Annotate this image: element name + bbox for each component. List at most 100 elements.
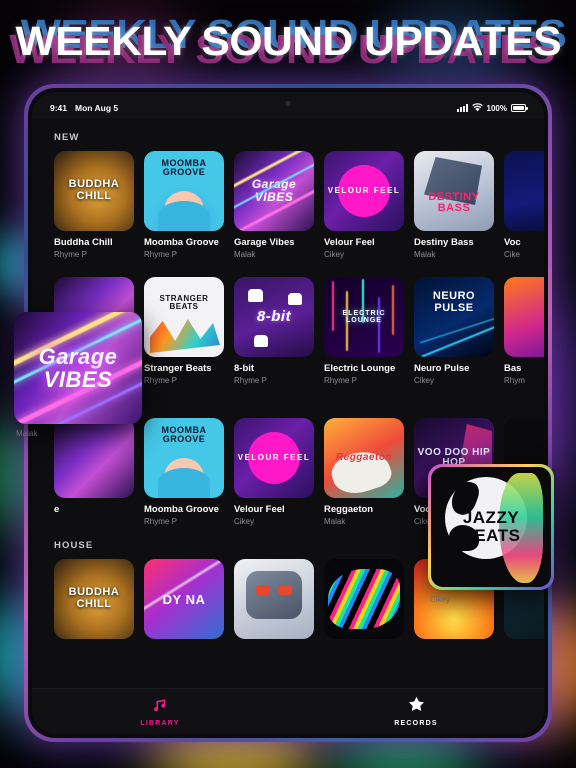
battery-percent: 100%	[486, 103, 507, 113]
artwork-moomba-groove: MOOMBA GROOVE	[144, 418, 224, 498]
artwork-label: Garage VIBES	[38, 343, 118, 392]
tab-records[interactable]: RECORDS	[288, 696, 544, 727]
sound-card[interactable]: DY NA	[144, 559, 224, 639]
card-author: Malak	[324, 517, 346, 526]
card-title: Buddha Chill	[54, 237, 113, 248]
card-thumbnail[interactable]: NEURO PULSE	[414, 277, 494, 357]
front-camera-icon	[285, 101, 291, 106]
music-note-icon	[152, 697, 169, 717]
card-thumbnail[interactable]: VELOUR FEEL	[234, 418, 314, 498]
headline-banner: WEEKLY SOUND UPDATES WEEKLY SOUND UPDATE…	[0, 6, 576, 76]
sound-card[interactable]: MOOMBA GROOVE Moomba Groove Rhyme P	[144, 418, 224, 526]
card-title: 8-bit	[234, 363, 255, 374]
card-thumbnail[interactable]: 8-bit	[234, 277, 314, 357]
artwork-label: JAZZY BEATS	[461, 508, 521, 545]
sound-card[interactable]: VELOUR FEEL Velour Feel Cikey	[234, 418, 314, 526]
card-thumbnail[interactable]: DY NA	[144, 559, 224, 639]
card-author: Rhyme P	[144, 376, 177, 385]
card-title: Electric Lounge	[324, 363, 396, 374]
star-icon	[408, 696, 425, 717]
card-thumbnail[interactable]	[504, 277, 544, 357]
sound-card[interactable]: NEURO PULSE Neuro Pulse Cikey	[414, 277, 494, 385]
card-thumbnail[interactable]: VELOUR FEEL	[324, 151, 404, 231]
floating-card-jazzy-beats[interactable]: JAZZY BEATS Cikey	[428, 464, 554, 604]
card-thumbnail[interactable]: Reggaeton	[324, 418, 404, 498]
card-title: Stranger Beats	[144, 363, 212, 374]
artwork-buddha-chill: BUDDHA CHILL	[54, 559, 134, 639]
card-thumbnail[interactable]: DESTINY BASS	[414, 151, 494, 231]
artwork-wave	[324, 559, 404, 639]
tab-bar: LIBRARY RECORDS	[32, 688, 544, 734]
artwork-label: MOOMBA GROOVE	[161, 158, 207, 178]
artwork-label: MOOMBA GROOVE	[161, 425, 207, 445]
status-date: Mon Aug 5	[75, 103, 119, 113]
card-title: Velour Feel	[324, 237, 375, 248]
section-title-new: NEW	[54, 132, 80, 143]
card-thumbnail[interactable]	[504, 151, 544, 231]
card-thumbnail[interactable]	[324, 559, 404, 639]
artwork-robot	[234, 559, 314, 639]
floating-card-garage-vibes[interactable]: Garage VIBES Malak	[14, 312, 142, 438]
card-thumbnail[interactable]	[234, 559, 314, 639]
card-author: Rhyme P	[144, 250, 177, 259]
card-thumbnail[interactable]: Garage VIBES	[14, 312, 142, 424]
card-thumbnail[interactable]: JAZZY BEATS	[428, 464, 554, 590]
artwork-velour-feel: VELOUR FEEL	[324, 151, 404, 231]
artwork-label: VELOUR FEEL	[237, 452, 311, 462]
sound-card[interactable]: BUDDHA CHILL	[54, 559, 134, 639]
card-title: Velour Feel	[234, 504, 285, 515]
card-title: Bas	[504, 363, 522, 374]
card-thumbnail[interactable]: BUDDHA CHILL	[54, 151, 134, 231]
card-thumbnail[interactable]: Garage VIBES	[234, 151, 314, 231]
sound-card[interactable]: ELECTRIC LOUNGE Electric Lounge Rhyme P	[324, 277, 404, 385]
artwork-label: Reggaeton	[335, 451, 393, 463]
sound-card[interactable]: Reggaeton Reggaeton Malak	[324, 418, 404, 526]
card-author: Cikey	[324, 250, 345, 259]
sound-card[interactable]: DESTINY BASS Destiny Bass Malak	[414, 151, 494, 259]
artwork-label: 8-bit	[256, 308, 292, 326]
artwork-garage-vibes: Garage VIBES	[14, 312, 142, 424]
artwork-moomba-groove: MOOMBA GROOVE	[144, 151, 224, 231]
artwork-label: ELECTRIC LOUNGE	[342, 309, 386, 324]
card-author: Malak	[16, 429, 38, 438]
card-author: Cikey	[234, 517, 255, 526]
sound-card[interactable]: MOOMBA GROOVE Moomba Groove Rhyme P	[144, 151, 224, 259]
artwork-garage-vibes: Garage VIBES	[234, 151, 314, 231]
battery-icon	[511, 104, 528, 112]
sound-card[interactable]: STRANGER BEATS Stranger Beats Rhyme P	[144, 277, 224, 385]
artwork-electric-lounge: ELECTRIC LOUNGE	[324, 277, 404, 357]
sound-card[interactable]	[234, 559, 314, 639]
card-author: Rhyme P	[324, 376, 357, 385]
wifi-icon	[471, 102, 483, 114]
card-title: Reggaeton	[324, 504, 374, 515]
card-author: Cikey	[414, 376, 435, 385]
artwork-8bit: 8-bit	[234, 277, 314, 357]
card-title: Voc	[504, 237, 521, 248]
card-author: Rhyme P	[144, 517, 177, 526]
tab-library-label: LIBRARY	[140, 719, 180, 727]
sound-card[interactable]: 8-bit 8-bit Rhyme P	[234, 277, 314, 385]
artwork-buddha-chill: BUDDHA CHILL	[54, 151, 134, 231]
artwork-label: BUDDHA CHILL	[68, 178, 120, 202]
card-title: Neuro Pulse	[414, 363, 470, 374]
sound-card[interactable]: Garage VIBES Garage Vibes Malak	[234, 151, 314, 259]
row-new-1[interactable]: BUDDHA CHILL Buddha Chill Rhyme P MOOMBA…	[32, 151, 544, 259]
card-thumbnail[interactable]: BUDDHA CHILL	[54, 559, 134, 639]
card-thumbnail[interactable]: STRANGER BEATS	[144, 277, 224, 357]
tab-library[interactable]: LIBRARY	[32, 697, 288, 727]
card-thumbnail[interactable]: MOOMBA GROOVE	[144, 418, 224, 498]
sound-card[interactable]	[324, 559, 404, 639]
card-thumbnail[interactable]: ELECTRIC LOUNGE	[324, 277, 404, 357]
sound-card[interactable]: VELOUR FEEL Velour Feel Cikey	[324, 151, 404, 259]
card-author: Cike	[504, 250, 521, 259]
artwork-dyna: DY NA	[144, 559, 224, 639]
sound-card-partial[interactable]: Bas Rhym	[504, 277, 544, 385]
sound-card-partial[interactable]: Voc Cike	[504, 151, 544, 259]
card-title: Destiny Bass	[414, 237, 474, 248]
artwork-neuro-pulse: NEURO PULSE	[414, 277, 494, 357]
artwork-stranger-beats: STRANGER BEATS	[144, 277, 224, 357]
signal-bars-icon	[457, 104, 468, 112]
sound-card[interactable]: BUDDHA CHILL Buddha Chill Rhyme P	[54, 151, 134, 259]
card-title: Moomba Groove	[144, 237, 219, 248]
card-thumbnail[interactable]: MOOMBA GROOVE	[144, 151, 224, 231]
